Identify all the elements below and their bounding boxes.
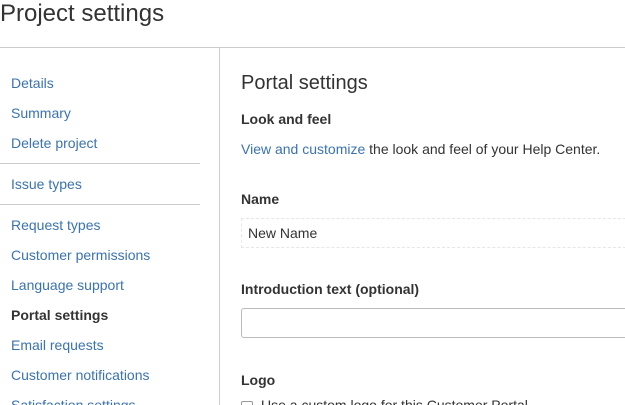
look-and-feel-description: View and customize the look and feel of … — [241, 140, 600, 158]
sidebar-item-customer-notifications[interactable]: Customer notifications — [11, 366, 150, 384]
section-title: Portal settings — [241, 72, 368, 94]
logo-label: Logo — [241, 372, 276, 388]
custom-logo-label: Use a custom logo for this Customer Port… — [261, 397, 528, 405]
sidebar-item-customer-permissions[interactable]: Customer permissions — [11, 246, 150, 264]
sidebar-item-portal-settings[interactable]: Portal settings — [11, 306, 108, 324]
sidebar-item-issue-types[interactable]: Issue types — [11, 175, 82, 193]
sidebar-item-details[interactable]: Details — [11, 74, 54, 92]
sidebar-item-summary[interactable]: Summary — [11, 104, 71, 122]
sidebar-separator — [0, 204, 200, 205]
custom-logo-checkbox[interactable] — [241, 401, 253, 405]
sidebar-item-request-types[interactable]: Request types — [11, 216, 101, 234]
sidebar-item-delete-project[interactable]: Delete project — [11, 134, 97, 152]
header-divider — [0, 47, 625, 48]
sidebar-item-email-requests[interactable]: Email requests — [11, 336, 104, 354]
project-settings-page: Project settings Details Summary Delete … — [0, 0, 625, 405]
intro-text-input[interactable] — [241, 308, 625, 338]
name-input[interactable] — [241, 218, 625, 248]
sidebar-item-language-support[interactable]: Language support — [11, 276, 124, 294]
name-label: Name — [241, 191, 280, 207]
sidebar-divider — [219, 48, 220, 405]
sidebar-separator — [0, 163, 200, 164]
look-and-feel-heading: Look and feel — [241, 111, 332, 127]
page-title: Project settings — [0, 0, 165, 27]
intro-text-label: Introduction text (optional) — [241, 281, 420, 297]
view-and-customize-link[interactable]: View and customize — [241, 141, 365, 157]
sidebar-item-satisfaction-settings[interactable]: Satisfaction settings — [11, 396, 136, 405]
logo-option: Use a custom logo for this Customer Port… — [241, 397, 625, 405]
look-and-feel-text: the look and feel of your Help Center. — [365, 141, 601, 157]
